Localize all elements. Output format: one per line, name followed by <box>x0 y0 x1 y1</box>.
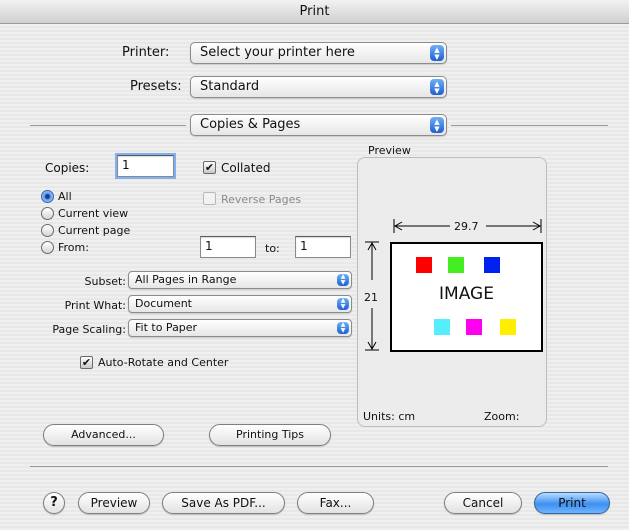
print-what-label: Print What: <box>64 299 126 312</box>
to-label: to: <box>265 242 280 255</box>
window-title: Print <box>0 0 629 24</box>
width-label: 29.7 <box>454 220 479 233</box>
swatch-yellow <box>500 319 516 335</box>
page-preview: IMAGE <box>390 242 543 352</box>
subset-label: Subset: <box>84 275 126 288</box>
radio-from-label: From: <box>58 241 89 254</box>
pane-divider-left <box>30 125 186 126</box>
radio-current-page-label: Current page <box>58 224 131 237</box>
height-label: 21 <box>364 291 378 304</box>
presets-popup-value: Standard <box>200 79 260 94</box>
swatch-blue <box>484 257 500 273</box>
swatch-green <box>448 257 464 273</box>
preview-button[interactable]: Preview <box>78 492 150 514</box>
swatch-red <box>416 257 432 273</box>
units-label: Units: cm <box>363 410 416 423</box>
bottom-divider <box>30 466 608 467</box>
checkmark-icon: ✔ <box>81 356 92 369</box>
checkmark-icon: ✔ <box>204 161 215 174</box>
advanced-button[interactable]: Advanced... <box>43 424 164 446</box>
printer-popup[interactable]: Select your printer here ▲ ▼ <box>190 42 447 64</box>
print-button[interactable]: Print <box>534 492 610 514</box>
radio-from[interactable] <box>41 241 54 254</box>
up-down-arrows-icon: ▲ ▼ <box>337 322 349 334</box>
copies-field[interactable]: 1 <box>115 153 176 179</box>
radio-current-view-label: Current view <box>58 207 129 220</box>
reverse-pages-label: Reverse Pages <box>221 193 302 206</box>
collated-label: Collated <box>221 161 271 175</box>
zoom-label: Zoom: <box>484 410 520 423</box>
page-scaling-popup[interactable]: Fit to Paper ▲ ▼ <box>128 319 352 337</box>
swatch-cyan <box>434 319 450 335</box>
auto-rotate-checkbox[interactable]: ✔ <box>80 356 93 369</box>
printing-tips-button[interactable]: Printing Tips <box>209 424 331 446</box>
radio-all-label: All <box>58 190 72 203</box>
pane-popup[interactable]: Copies & Pages ▲ ▼ <box>190 114 447 136</box>
help-button[interactable]: ? <box>43 492 65 514</box>
radio-all[interactable] <box>41 190 54 203</box>
presets-label: Presets: <box>130 79 182 94</box>
up-down-arrows-icon: ▲ ▼ <box>337 274 349 286</box>
from-field[interactable]: 1 <box>200 236 256 258</box>
presets-popup[interactable]: Standard ▲ ▼ <box>190 76 447 98</box>
preview-image-text: IMAGE <box>439 284 494 304</box>
up-down-arrows-icon: ▲ ▼ <box>430 117 444 133</box>
to-field[interactable]: 1 <box>295 236 351 258</box>
pane-popup-value: Copies & Pages <box>200 117 301 132</box>
up-down-arrows-icon: ▲ ▼ <box>430 45 444 61</box>
swatch-magenta <box>466 319 482 335</box>
subset-popup-value: All Pages in Range <box>135 273 237 286</box>
up-down-arrows-icon: ▲ ▼ <box>430 79 444 95</box>
save-as-pdf-button[interactable]: Save As PDF... <box>162 492 285 514</box>
cancel-button[interactable]: Cancel <box>444 492 522 514</box>
pane-divider-right <box>451 125 608 126</box>
printer-popup-value: Select your printer here <box>200 45 355 60</box>
copies-label: Copies: <box>45 161 90 175</box>
print-what-popup[interactable]: Document ▲ ▼ <box>128 295 352 313</box>
radio-current-page[interactable] <box>41 224 54 237</box>
auto-rotate-label: Auto-Rotate and Center <box>98 356 229 369</box>
print-what-popup-value: Document <box>135 297 192 310</box>
preview-title: Preview <box>368 144 411 157</box>
collated-checkbox[interactable]: ✔ <box>203 161 216 174</box>
preview-panel: 29.7 21 IMAGE Units: cm Zoom: <box>357 157 547 427</box>
subset-popup[interactable]: All Pages in Range ▲ ▼ <box>128 271 352 289</box>
radio-current-view[interactable] <box>41 207 54 220</box>
page-scaling-popup-value: Fit to Paper <box>135 321 198 334</box>
reverse-pages-checkbox[interactable] <box>203 192 216 205</box>
printer-label: Printer: <box>122 45 170 60</box>
fax-button[interactable]: Fax... <box>297 492 374 514</box>
page-scaling-label: Page Scaling: <box>52 323 126 336</box>
up-down-arrows-icon: ▲ ▼ <box>337 298 349 310</box>
